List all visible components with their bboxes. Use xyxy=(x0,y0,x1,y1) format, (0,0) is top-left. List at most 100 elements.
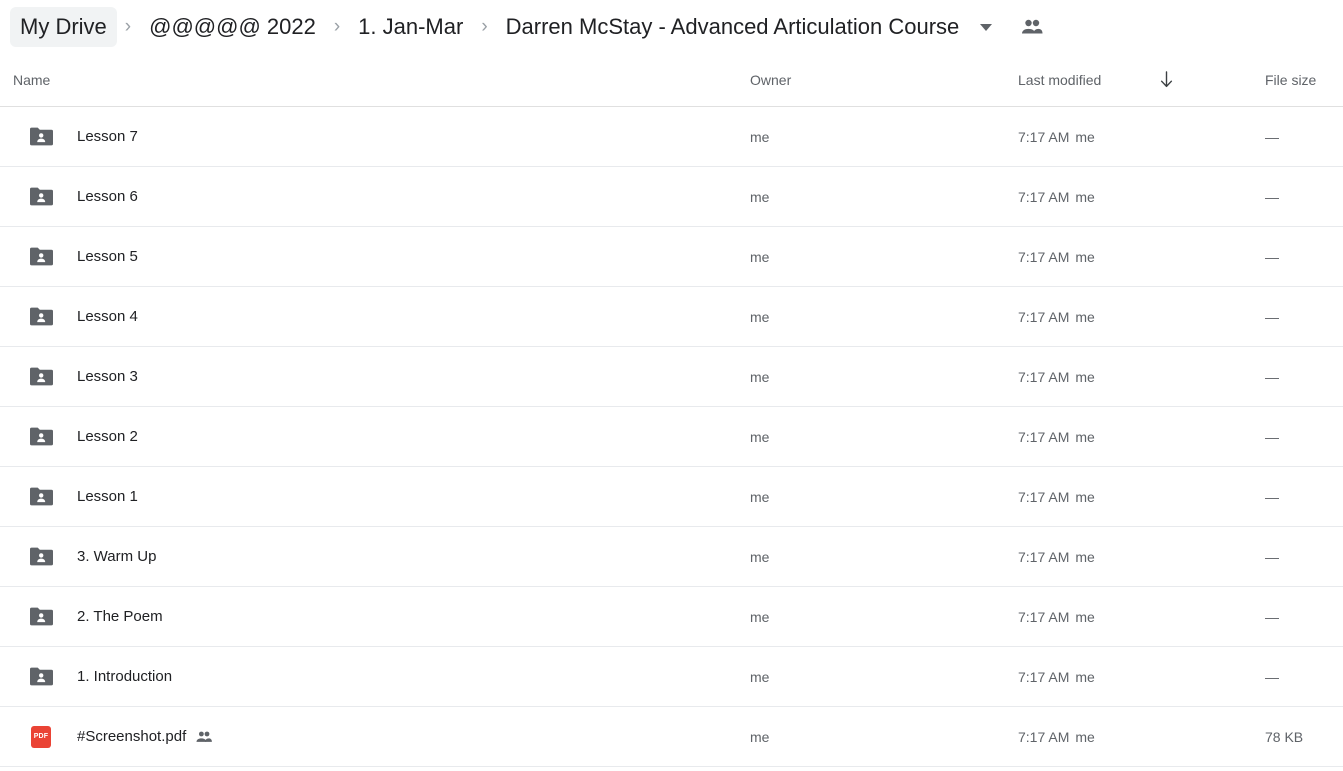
breadcrumb-item-3[interactable]: 1. Jan-Mar xyxy=(348,7,473,47)
last-modified-cell: 7:17 AM me xyxy=(1018,669,1095,685)
last-modified-cell: 7:17 AM me xyxy=(1018,309,1095,325)
breadcrumb-separator-icon: › xyxy=(481,16,488,37)
table-row[interactable]: PDF #Screenshot.pdf me 7:17 AM me 78 KB xyxy=(0,707,1343,767)
file-name-cell[interactable]: 3. Warm Up xyxy=(77,548,156,565)
file-name-label: #Screenshot.pdf xyxy=(77,728,187,745)
file-name-label: Lesson 6 xyxy=(77,188,138,205)
column-header-row: Name Owner Last modified File size xyxy=(0,54,1343,107)
last-modified-time: 7:17 AM xyxy=(1018,488,1070,505)
last-modified-time: 7:17 AM xyxy=(1018,608,1070,625)
last-modified-cell: 7:17 AM me xyxy=(1018,369,1095,385)
owner-cell: me xyxy=(750,428,770,445)
shared-folder-icon xyxy=(29,365,53,389)
shared-folder-icon xyxy=(29,245,53,269)
breadcrumb: My Drive › @@@@@ 2022 › 1. Jan-Mar › Darren Mc… xyxy=(10,7,969,47)
file-name-label: Lesson 1 xyxy=(77,488,138,505)
shared-folder-icon xyxy=(29,125,53,149)
table-row[interactable]: 1. Introduction me 7:17 AM me — xyxy=(0,647,1343,707)
file-size-cell: — xyxy=(1265,188,1279,205)
table-row[interactable]: Lesson 5 me 7:17 AM me — xyxy=(0,227,1343,287)
breadcrumb-item-2[interactable]: @@@@@ 2022 xyxy=(139,7,326,47)
arrow-down-icon[interactable] xyxy=(1156,70,1176,90)
breadcrumb-bar: My Drive › @@@@@ 2022 › 1. Jan-Mar › Darren Mc… xyxy=(0,0,1343,54)
breadcrumb-separator-icon: › xyxy=(124,16,132,37)
owner-cell: me xyxy=(750,248,770,265)
breadcrumb-item-1[interactable]: My Drive xyxy=(10,7,117,47)
shared-folder-icon xyxy=(29,605,53,629)
file-name-cell[interactable]: Lesson 1 xyxy=(77,488,138,505)
last-modified-time: 7:17 AM xyxy=(1018,668,1070,685)
last-modified-time: 7:17 AM xyxy=(1018,548,1070,565)
file-list: Lesson 7 me 7:17 AM me — Lesson 6 me 7:17 AM me —… xyxy=(0,107,1343,767)
last-modified-cell: 7:17 AM me xyxy=(1018,189,1095,205)
table-row[interactable]: 3. Warm Up me 7:17 AM me — xyxy=(0,527,1343,587)
file-name-label: 1. Introduction xyxy=(77,668,173,685)
file-size-cell: — xyxy=(1265,608,1279,625)
file-size-cell: — xyxy=(1265,488,1279,505)
file-size-cell: — xyxy=(1265,368,1279,385)
file-name-label: Lesson 2 xyxy=(77,428,138,445)
last-modified-cell: 7:17 AM me xyxy=(1018,429,1095,445)
people-shared-icon[interactable] xyxy=(1019,14,1045,40)
file-name-cell[interactable]: Lesson 3 xyxy=(77,368,138,385)
shared-folder-icon xyxy=(29,185,53,209)
table-row[interactable]: Lesson 6 me 7:17 AM me — xyxy=(0,167,1343,227)
last-modified-by: me xyxy=(1075,188,1095,205)
file-name-label: 2. The Poem xyxy=(77,608,163,625)
last-modified-by: me xyxy=(1075,248,1095,265)
last-modified-by: me xyxy=(1075,308,1095,325)
file-size-cell: — xyxy=(1265,128,1279,145)
file-name-cell[interactable]: Lesson 6 xyxy=(77,188,138,205)
table-row[interactable]: Lesson 2 me 7:17 AM me — xyxy=(0,407,1343,467)
owner-cell: me xyxy=(750,728,770,745)
last-modified-by: me xyxy=(1075,428,1095,445)
last-modified-cell: 7:17 AM me xyxy=(1018,489,1095,505)
column-header-owner[interactable]: Owner xyxy=(750,72,791,88)
file-name-cell[interactable]: Lesson 5 xyxy=(77,248,138,265)
file-name-cell[interactable]: Lesson 4 xyxy=(77,308,138,325)
file-name-label: Lesson 4 xyxy=(77,308,138,325)
breadcrumb-item-4[interactable]: Darren McStay - Advanced Articulation Co… xyxy=(496,7,970,47)
file-name-label: Lesson 7 xyxy=(77,128,138,145)
last-modified-time: 7:17 AM xyxy=(1018,728,1070,745)
file-name-label: Lesson 3 xyxy=(77,368,138,385)
file-size-cell: — xyxy=(1265,548,1279,565)
shared-folder-icon xyxy=(29,665,53,689)
last-modified-by: me xyxy=(1075,548,1095,565)
file-name-cell[interactable]: 1. Introduction xyxy=(77,668,172,685)
file-name-label: 3. Warm Up xyxy=(77,548,157,565)
owner-cell: me xyxy=(750,308,770,325)
table-row[interactable]: Lesson 3 me 7:17 AM me — xyxy=(0,347,1343,407)
file-name-cell[interactable]: Lesson 7 xyxy=(77,128,138,145)
last-modified-cell: 7:17 AM me xyxy=(1018,129,1095,145)
file-size-cell: — xyxy=(1265,308,1279,325)
last-modified-by: me xyxy=(1075,128,1095,145)
last-modified-time: 7:17 AM xyxy=(1018,128,1070,145)
table-row[interactable]: Lesson 7 me 7:17 AM me — xyxy=(0,107,1343,167)
table-row[interactable]: 2. The Poem me 7:17 AM me — xyxy=(0,587,1343,647)
people-shared-icon xyxy=(195,728,213,746)
owner-cell: me xyxy=(750,488,770,505)
file-size-cell: — xyxy=(1265,428,1279,445)
file-name-cell[interactable]: Lesson 2 xyxy=(77,428,138,445)
last-modified-by: me xyxy=(1075,668,1095,685)
file-name-cell[interactable]: 2. The Poem xyxy=(77,608,163,625)
owner-cell: me xyxy=(750,668,770,685)
last-modified-cell: 7:17 AM me xyxy=(1018,729,1095,745)
last-modified-time: 7:17 AM xyxy=(1018,428,1070,445)
column-header-file-size[interactable]: File size xyxy=(1265,72,1316,88)
owner-cell: me xyxy=(750,548,770,565)
column-header-last-modified[interactable]: Last modified xyxy=(1018,72,1101,88)
file-size-cell: — xyxy=(1265,668,1279,685)
table-row[interactable]: Lesson 4 me 7:17 AM me — xyxy=(0,287,1343,347)
file-name-cell[interactable]: #Screenshot.pdf xyxy=(77,728,213,746)
last-modified-cell: 7:17 AM me xyxy=(1018,249,1095,265)
pdf-file-icon: PDF xyxy=(29,725,53,749)
table-row[interactable]: Lesson 1 me 7:17 AM me — xyxy=(0,467,1343,527)
last-modified-time: 7:17 AM xyxy=(1018,188,1070,205)
file-name-label: Lesson 5 xyxy=(77,248,138,265)
column-header-name[interactable]: Name xyxy=(13,72,50,88)
chevron-down-icon[interactable] xyxy=(975,16,997,38)
shared-folder-icon xyxy=(29,425,53,449)
file-size-cell: 78 KB xyxy=(1265,728,1304,745)
